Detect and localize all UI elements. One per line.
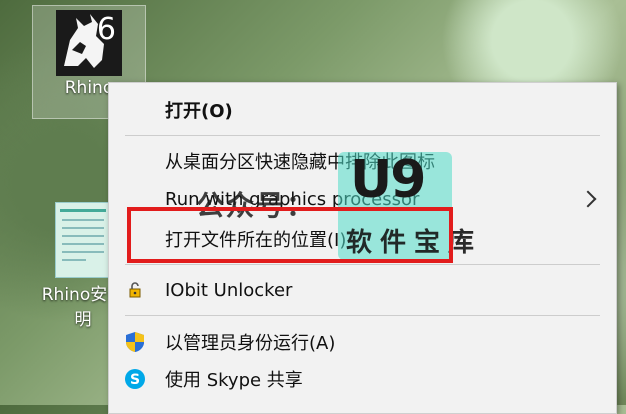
doc-thumbnail-icon [55, 202, 111, 278]
chevron-right-icon [579, 190, 597, 208]
menu-separator [125, 135, 600, 136]
menu-item-open[interactable]: 打开(O) [109, 92, 616, 128]
desktop-icon-label: Rhino [64, 78, 114, 98]
skype-icon: S [123, 367, 147, 391]
rhino-app-icon: 6 [56, 10, 122, 76]
menu-item-iobit[interactable]: IObit Unlocker [109, 272, 616, 308]
svg-text:S: S [130, 372, 140, 388]
menu-item-label: 打开(O) [165, 101, 233, 122]
menu-item-label: 以管理员身份运行(A) [165, 333, 336, 354]
menu-separator [125, 264, 600, 265]
menu-separator [125, 315, 600, 316]
rhino-version-badge: 6 [96, 12, 116, 47]
desktop-icon-label-line2: 明 [74, 310, 92, 330]
menu-item-label: 使用 Skype 共享 [165, 370, 303, 391]
menu-item-run-admin[interactable]: 以管理员身份运行(A) [109, 324, 616, 360]
menu-item-skype-share[interactable]: S 使用 Skype 共享 [109, 361, 616, 397]
lock-icon [123, 278, 147, 302]
watermark-brand: U9 [350, 150, 426, 210]
uac-shield-icon [123, 330, 147, 354]
highlight-box [127, 207, 453, 263]
menu-item-label: IObit Unlocker [165, 279, 293, 301]
